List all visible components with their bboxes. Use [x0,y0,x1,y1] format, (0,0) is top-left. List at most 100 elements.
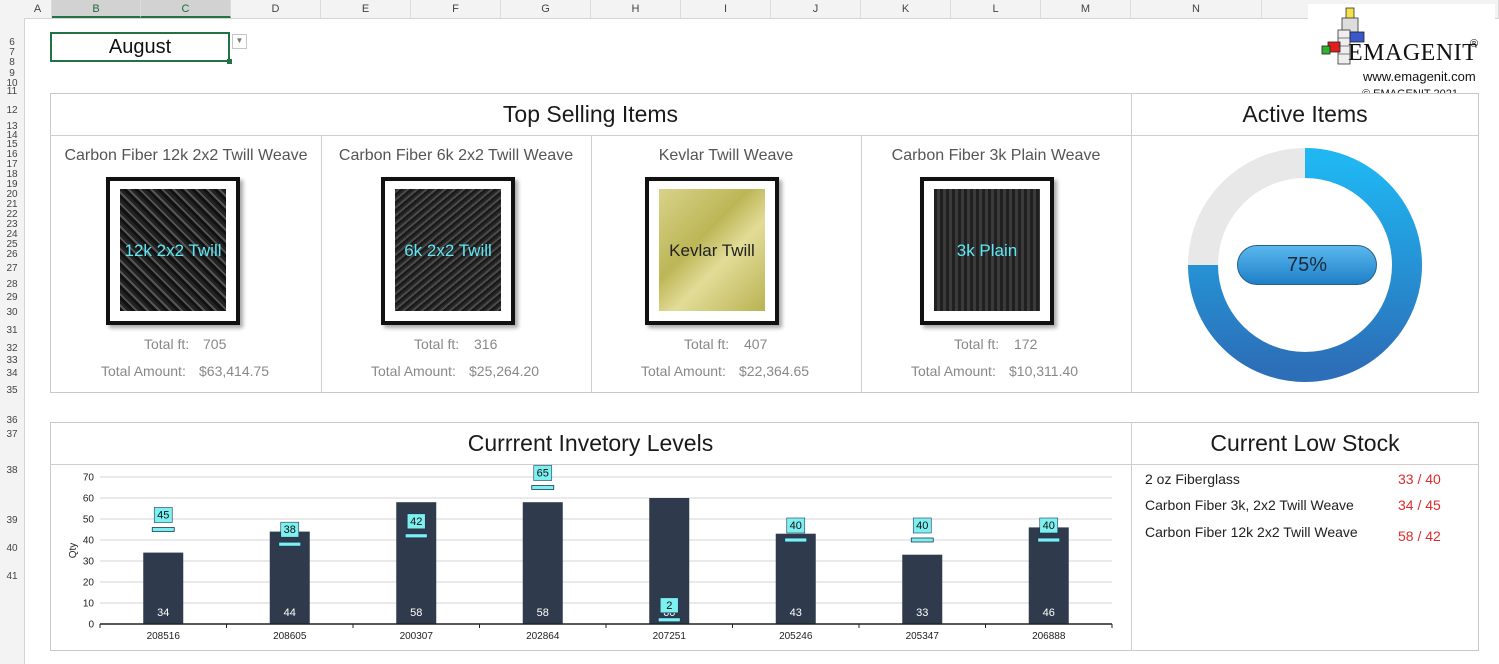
inventory-chart: 34 44 58 58 60 43 33 46 45 38 42 65 2 40 40 40 0 10 20 30… [68,465,1113,642]
total-ft-label: Total ft: [954,336,1000,352]
x-tick-label: 205347 [906,631,940,642]
target-marker [657,617,681,623]
row-header-31[interactable]: 31 [0,326,24,336]
row-header-37[interactable]: 37 [0,430,24,440]
target-marker [531,485,555,490]
row-header-40[interactable]: 40 [0,544,24,554]
bar-value-label: 44 [284,607,296,619]
y-axis-label: Qty [68,543,79,559]
row-header-41[interactable]: 41 [0,572,24,582]
bar-value-label: 58 [537,607,549,619]
row-header-32[interactable]: 32 [0,344,24,354]
row-header-27[interactable]: 27 [0,264,24,274]
total-ft-value: 316 [474,336,498,352]
fill-handle[interactable] [227,59,232,64]
column-header-j[interactable]: J [771,0,861,18]
column-header-bar: ABCDEFGHIJKLMNO [0,0,1499,19]
target-marker [404,533,428,539]
item-image-frame: 3k Plain [920,177,1054,325]
total-ft-value: 705 [203,336,227,352]
target-marker [910,537,934,543]
item-name: Carbon Fiber 3k Plain Weave [891,147,1101,164]
target-value-label: 40 [790,520,802,532]
top-selling-title: Top Selling Items [502,101,679,127]
row-header-12[interactable]: 12 [0,106,24,116]
row-header-38[interactable]: 38 [0,466,24,476]
row-header-35[interactable]: 35 [0,386,24,396]
column-header-i[interactable]: I [681,0,771,18]
column-header-d[interactable]: D [231,0,321,18]
low-stock-item-name: Carbon Fiber 12k 2x2 Twill Weave [1145,524,1358,540]
divider [1131,93,1132,393]
row-header-8[interactable]: 8 [0,58,24,68]
target-value-label: 45 [157,510,169,522]
x-tick-label: 206888 [1032,631,1066,642]
x-tick-label: 200307 [400,631,434,642]
column-header-f[interactable]: F [411,0,501,18]
divider [591,135,592,393]
logo-url: www.emagenit.com [1363,69,1476,84]
total-amount-label: Total Amount: [911,363,996,379]
image-label: Kevlar Twill [669,241,755,260]
column-header-b[interactable]: B [52,0,141,18]
x-tick-label: 202864 [526,631,560,642]
y-tick-label: 40 [83,536,95,547]
chevron-down-icon[interactable]: ▼ [232,34,247,49]
y-tick-label: 70 [83,473,95,484]
bar-value-label: 33 [916,607,928,619]
y-tick-label: 60 [83,494,95,505]
fabric-image: 12k 2x2 Twill [120,189,226,311]
column-header-n[interactable]: N [1131,0,1262,18]
target-marker [151,527,175,532]
low-stock-item-value: 58 / 42 [1398,528,1441,544]
fabric-image: 3k Plain [934,189,1040,311]
total-amount-value: $10,311.40 [1009,363,1079,379]
row-header-36[interactable]: 36 [0,416,24,426]
column-header-m[interactable]: M [1041,0,1131,18]
row-header-11[interactable]: 11 [0,87,24,97]
total-ft-value: 407 [744,336,768,352]
item-image-frame: 6k 2x2 Twill [381,177,515,325]
target-value-label: 42 [410,516,422,528]
divider [50,135,1479,136]
image-label: 12k 2x2 Twill [124,241,222,260]
row-header-34[interactable]: 34 [0,369,24,379]
total-amount-value: $25,264.20 [469,363,540,379]
target-value-label: 38 [284,524,296,536]
bar-value-label: 43 [790,607,802,619]
target-value-label: 2 [666,600,672,612]
row-header-30[interactable]: 30 [0,308,24,318]
row-header-39[interactable]: 39 [0,516,24,526]
item-name: Carbon Fiber 6k 2x2 Twill Weave [338,147,574,164]
target-value-label: 40 [1043,520,1055,532]
x-tick-label: 207251 [653,631,687,642]
column-header-a[interactable]: A [24,0,52,18]
item-image-frame: Kevlar Twill [645,177,779,325]
item-name: Carbon Fiber 12k 2x2 Twill Weave [64,147,308,164]
column-header-l[interactable]: L [951,0,1041,18]
fabric-image: Kevlar Twill [659,189,765,311]
column-header-k[interactable]: K [861,0,951,18]
month-selector-cell[interactable]: August [50,32,230,62]
column-header-h[interactable]: H [591,0,681,18]
item-name: Kevlar Twill Weave [658,147,794,164]
total-ft-value: 172 [1014,336,1038,352]
divider [321,135,322,393]
row-header-bar: 6 7 8 9 10 11 12 13 14 15 16 17 18 19 20 21 22 23 24 25 26 27… [0,18,25,664]
row-header-26[interactable]: 26 [0,250,24,260]
row-header-28[interactable]: 28 [0,280,24,290]
total-amount-label: Total Amount: [371,363,456,379]
row-header-33[interactable]: 33 [0,356,24,366]
y-tick-label: 50 [83,515,95,526]
bar-value-label: 46 [1043,607,1055,619]
column-header-g[interactable]: G [501,0,591,18]
column-header-c[interactable]: C [141,0,231,18]
bar-value-label: 34 [157,607,169,619]
fabric-image: 6k 2x2 Twill [395,189,501,311]
total-ft-label: Total ft: [144,336,190,352]
low-stock-item-name: 2 oz Fiberglass [1145,471,1240,487]
column-header-e[interactable]: E [321,0,411,18]
active-items-title: Active Items [1242,101,1368,127]
row-header-29[interactable]: 29 [0,293,24,303]
low-stock-item-value: 34 / 45 [1398,497,1441,513]
